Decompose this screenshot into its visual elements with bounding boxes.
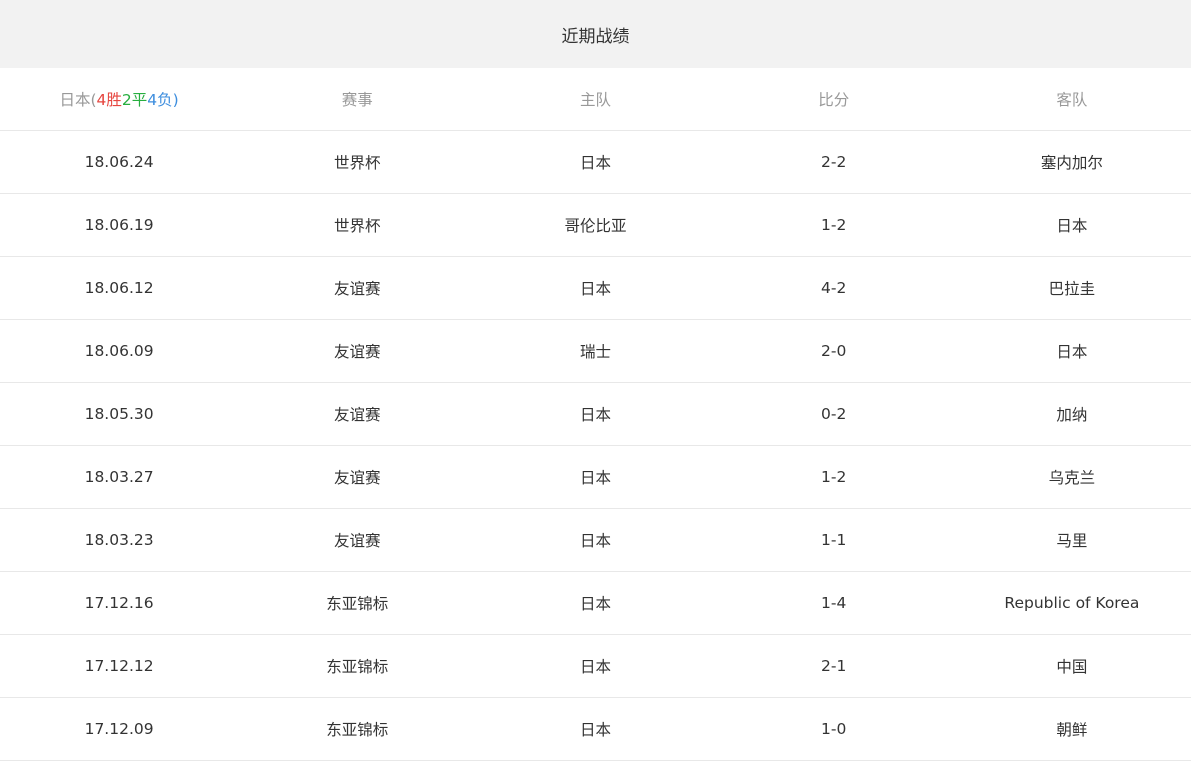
panel-title-text: 近期战绩 xyxy=(561,26,630,47)
header-score: 比分 xyxy=(818,91,850,109)
match-away-team: 马里 xyxy=(1056,532,1088,550)
table-header: 日本(4胜2平4负) 赛事 主队 比分 客队 xyxy=(0,68,1191,131)
match-date: 18.03.27 xyxy=(84,468,154,486)
match-date: 18.06.09 xyxy=(84,342,154,360)
table-row: 18.06.12 友谊赛 日本 4-2 巴拉圭 xyxy=(0,257,1191,320)
match-home-team: 瑞士 xyxy=(579,343,611,361)
table-row: 17.12.12 东亚锦标 日本 2-1 中国 xyxy=(0,635,1191,698)
match-competition: 友谊赛 xyxy=(334,280,381,298)
match-away-team: Republic of Korea xyxy=(1004,594,1140,612)
match-away-team: 乌克兰 xyxy=(1048,469,1096,487)
match-date: 18.06.24 xyxy=(84,153,154,171)
match-away-team: 朝鲜 xyxy=(1056,721,1088,739)
table-row: 18.06.09 友谊赛 瑞士 2-0 日本 xyxy=(0,320,1191,383)
match-score: 1-0 xyxy=(821,720,847,738)
match-date: 18.06.12 xyxy=(84,279,154,297)
match-home-team: 日本 xyxy=(579,406,611,424)
header-competition: 赛事 xyxy=(341,91,373,109)
match-score: 4-2 xyxy=(821,279,847,297)
match-home-team: 日本 xyxy=(579,721,611,739)
match-away-team: 塞内加尔 xyxy=(1040,154,1103,172)
match-away-team: 中国 xyxy=(1056,658,1088,676)
match-date: 18.06.19 xyxy=(84,216,154,234)
match-competition: 世界杯 xyxy=(334,217,381,235)
header-losses: 4负 xyxy=(147,91,173,109)
table-row: 18.06.24 世界杯 日本 2-2 塞内加尔 xyxy=(0,131,1191,194)
match-list: 18.06.24 世界杯 日本 2-2 塞内加尔 18.06.19 世界杯 哥伦比亚 1-2 日本… xyxy=(0,131,1191,761)
header-team-record: 日本(4胜2平4负) xyxy=(0,88,238,110)
match-competition: 东亚锦标 xyxy=(326,721,389,739)
header-draws: 2平 xyxy=(121,91,148,109)
match-score: 1-2 xyxy=(821,216,847,234)
header-wins: 4胜 xyxy=(96,91,122,109)
table-row: 18.05.30 友谊赛 日本 0-2 加纳 xyxy=(0,383,1191,446)
match-date: 17.12.16 xyxy=(84,594,154,612)
match-date: 18.03.23 xyxy=(84,531,154,549)
match-date: 18.05.30 xyxy=(84,405,154,423)
header-team-label: 日本( xyxy=(59,91,97,109)
match-score: 2-1 xyxy=(821,657,847,675)
match-home-team: 哥伦比亚 xyxy=(564,217,627,235)
table-row: 18.06.19 世界杯 哥伦比亚 1-2 日本 xyxy=(0,194,1191,257)
match-competition: 友谊赛 xyxy=(334,469,381,487)
match-score: 2-2 xyxy=(821,153,847,171)
match-home-team: 日本 xyxy=(579,280,611,298)
match-score: 1-4 xyxy=(821,594,847,612)
match-date: 17.12.09 xyxy=(84,720,154,738)
header-home: 主队 xyxy=(579,91,611,109)
match-date: 17.12.12 xyxy=(84,657,154,675)
match-competition: 友谊赛 xyxy=(334,406,381,424)
match-competition: 友谊赛 xyxy=(334,532,381,550)
match-away-team: 巴拉圭 xyxy=(1048,280,1096,298)
table-row: 18.03.23 友谊赛 日本 1-1 马里 xyxy=(0,509,1191,572)
header-close-paren: ) xyxy=(172,91,179,109)
match-home-team: 日本 xyxy=(579,532,611,550)
match-competition: 东亚锦标 xyxy=(326,658,389,676)
match-competition: 东亚锦标 xyxy=(326,595,389,613)
panel-title: 近期战绩 xyxy=(0,0,1191,68)
table-row: 17.12.09 东亚锦标 日本 1-0 朝鲜 xyxy=(0,698,1191,761)
match-away-team: 日本 xyxy=(1056,217,1088,235)
match-away-team: 日本 xyxy=(1056,343,1088,361)
match-home-team: 日本 xyxy=(579,154,611,172)
match-away-team: 加纳 xyxy=(1056,406,1088,424)
table-row: 18.03.27 友谊赛 日本 1-2 乌克兰 xyxy=(0,446,1191,509)
match-competition: 世界杯 xyxy=(334,154,381,172)
match-competition: 友谊赛 xyxy=(334,343,381,361)
match-home-team: 日本 xyxy=(579,469,611,487)
match-score: 1-2 xyxy=(821,468,847,486)
match-score: 0-2 xyxy=(821,405,847,423)
match-score: 2-0 xyxy=(821,342,847,360)
recent-results-panel: 近期战绩 日本(4胜2平4负) 赛事 主队 比分 客队 18.06.24 世界杯日… xyxy=(0,0,1191,766)
match-score: 1-1 xyxy=(821,531,847,549)
match-home-team: 日本 xyxy=(579,658,611,676)
header-away: 客队 xyxy=(1056,91,1088,109)
match-home-team: 日本 xyxy=(579,595,611,613)
table-row: 17.12.16 东亚锦标 日本 1-4 Republic of Korea xyxy=(0,572,1191,635)
